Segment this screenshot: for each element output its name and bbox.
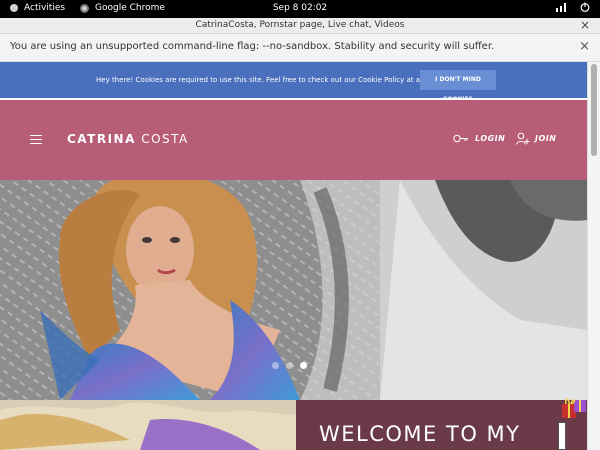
page-scrollbar[interactable] bbox=[587, 62, 600, 450]
welcome-section: WELCOME TO MY bbox=[296, 400, 587, 450]
page-viewport: Hey there! Cookies are required to use t… bbox=[0, 62, 600, 450]
slide-dot-active[interactable] bbox=[300, 362, 307, 369]
infobar-close-button[interactable]: × bbox=[579, 39, 590, 54]
slider-dots bbox=[272, 362, 307, 369]
welcome-heading: WELCOME TO MY bbox=[319, 422, 521, 446]
photo-image bbox=[0, 400, 296, 450]
join-link[interactable]: JOIN bbox=[516, 132, 556, 145]
gift-icon[interactable] bbox=[560, 392, 590, 420]
add-user-icon bbox=[516, 132, 530, 145]
slide-dot[interactable] bbox=[272, 362, 279, 369]
login-label: LOGIN bbox=[475, 134, 506, 143]
clock[interactable]: Sep 8 02:02 bbox=[0, 3, 600, 13]
infobar-message: You are using an unsupported command-lin… bbox=[10, 41, 495, 52]
network-icon bbox=[556, 2, 566, 12]
site-header: CATRINA COSTA LOGIN JOIN bbox=[0, 100, 587, 180]
power-icon bbox=[580, 2, 590, 12]
slide-dot[interactable] bbox=[286, 362, 293, 369]
scrollbar-thumb[interactable] bbox=[591, 64, 597, 156]
menu-icon[interactable] bbox=[30, 135, 42, 145]
window-title-bar: CatrinaCosta, Pornstar page, Live chat, … bbox=[0, 18, 600, 34]
login-link[interactable]: LOGIN bbox=[453, 134, 505, 143]
cookie-text: Hey there! Cookies are required to use t… bbox=[96, 76, 449, 84]
site-logo[interactable]: CATRINA COSTA bbox=[67, 132, 189, 146]
hero-slider[interactable] bbox=[0, 180, 587, 400]
system-tray[interactable] bbox=[556, 2, 590, 12]
join-label: JOIN bbox=[535, 134, 557, 143]
inner-scrollbar[interactable] bbox=[558, 422, 566, 450]
lower-photo bbox=[0, 400, 296, 450]
key-icon bbox=[453, 134, 468, 143]
cookie-banner: Hey there! Cookies are required to use t… bbox=[0, 62, 587, 103]
infobar: You are using an unsupported command-lin… bbox=[0, 34, 600, 62]
window-title: CatrinaCosta, Pornstar page, Live chat, … bbox=[195, 20, 405, 30]
window-close-button[interactable]: × bbox=[580, 18, 590, 32]
accept-cookies-button[interactable]: I DON'T MIND COOKIES bbox=[420, 70, 496, 103]
brand-last-name: COSTA bbox=[135, 132, 189, 146]
brand-first-name: CATRINA bbox=[67, 132, 136, 146]
system-top-bar: Activities Google Chrome Sep 8 02:02 bbox=[0, 0, 600, 18]
